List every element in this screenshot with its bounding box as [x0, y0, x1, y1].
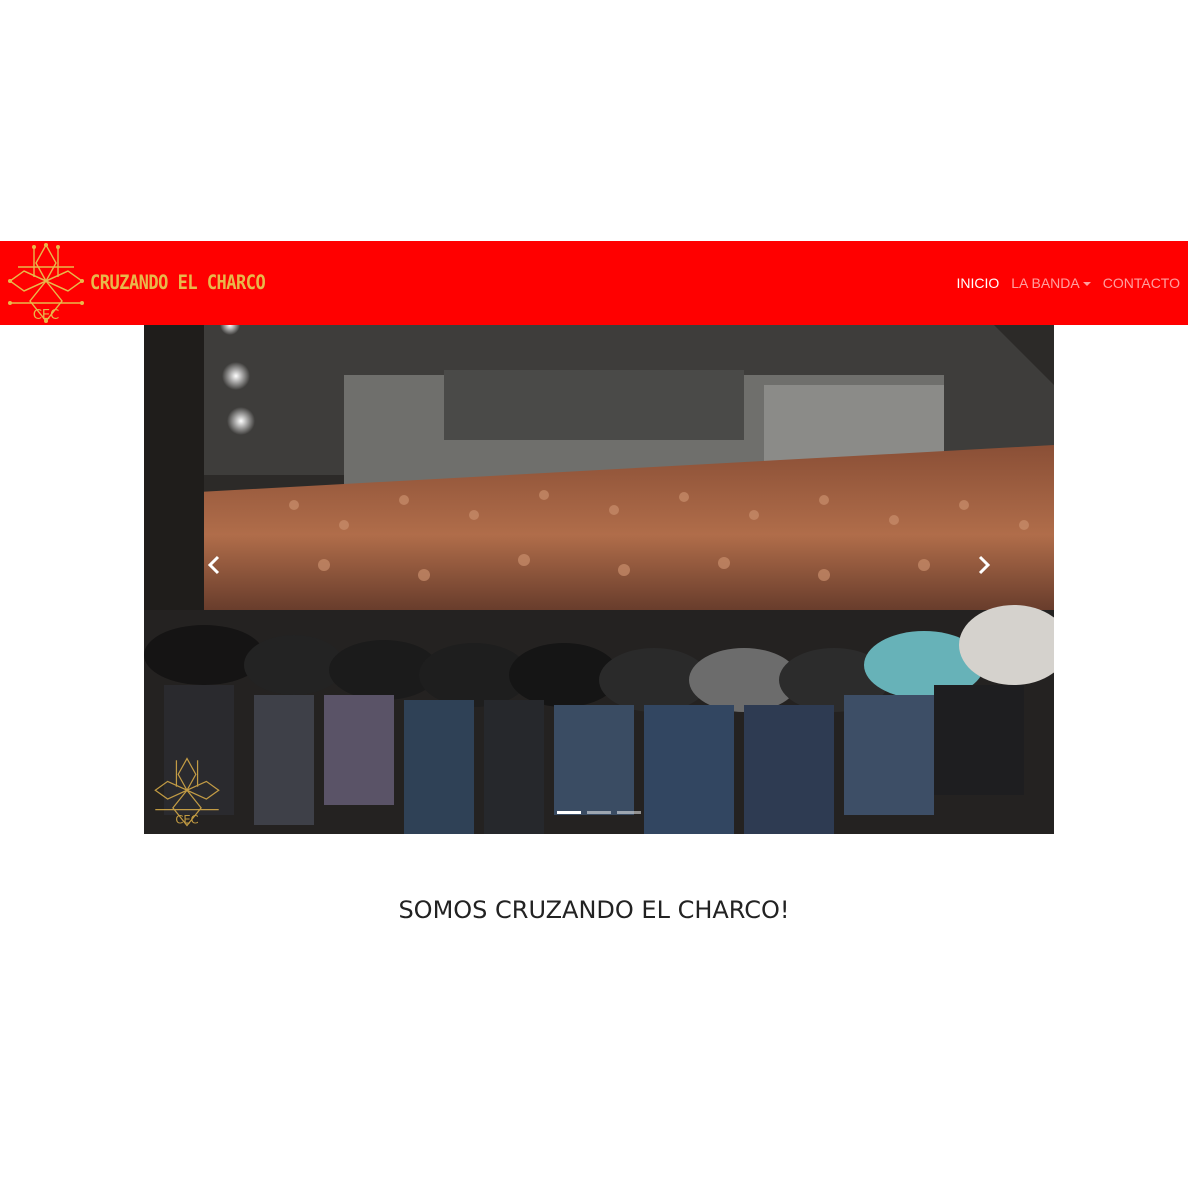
carousel-indicator-1[interactable] — [557, 811, 581, 814]
caret-down-icon — [1082, 282, 1091, 286]
carousel-indicator-2[interactable] — [587, 811, 611, 814]
carousel-indicators — [144, 811, 1054, 814]
nav-item-la-banda-label: LA BANDA — [1011, 275, 1080, 291]
cec-logo-icon: CEC — [8, 243, 84, 323]
navbar: CEC CRUZANDO EL CHARCO INICIO LA BANDA C… — [0, 241, 1188, 325]
chevron-left-icon — [207, 555, 220, 575]
carousel-next-button[interactable] — [954, 525, 1014, 605]
hero-carousel[interactable]: CEC — [144, 325, 1054, 834]
brand-name: CRUZANDO EL CHARCO — [90, 271, 266, 295]
svg-text:CEC: CEC — [33, 308, 59, 323]
page-heading: SOMOS CRUZANDO EL CHARCO! — [398, 896, 790, 924]
chevron-right-icon — [978, 555, 991, 575]
nav-menu: INICIO LA BANDA CONTACTO — [954, 271, 1182, 295]
concert-photo — [144, 325, 1054, 834]
brand-link[interactable]: CEC CRUZANDO EL CHARCO — [4, 241, 266, 325]
nav-item-la-banda[interactable]: LA BANDA — [1009, 271, 1092, 295]
carousel-indicator-3[interactable] — [617, 811, 641, 814]
carousel-prev-button[interactable] — [184, 525, 244, 605]
nav-item-contacto[interactable]: CONTACTO — [1101, 271, 1182, 295]
cec-watermark-icon: CEC — [154, 757, 220, 827]
svg-text:CEC: CEC — [175, 813, 198, 827]
nav-item-inicio[interactable]: INICIO — [954, 271, 1001, 295]
